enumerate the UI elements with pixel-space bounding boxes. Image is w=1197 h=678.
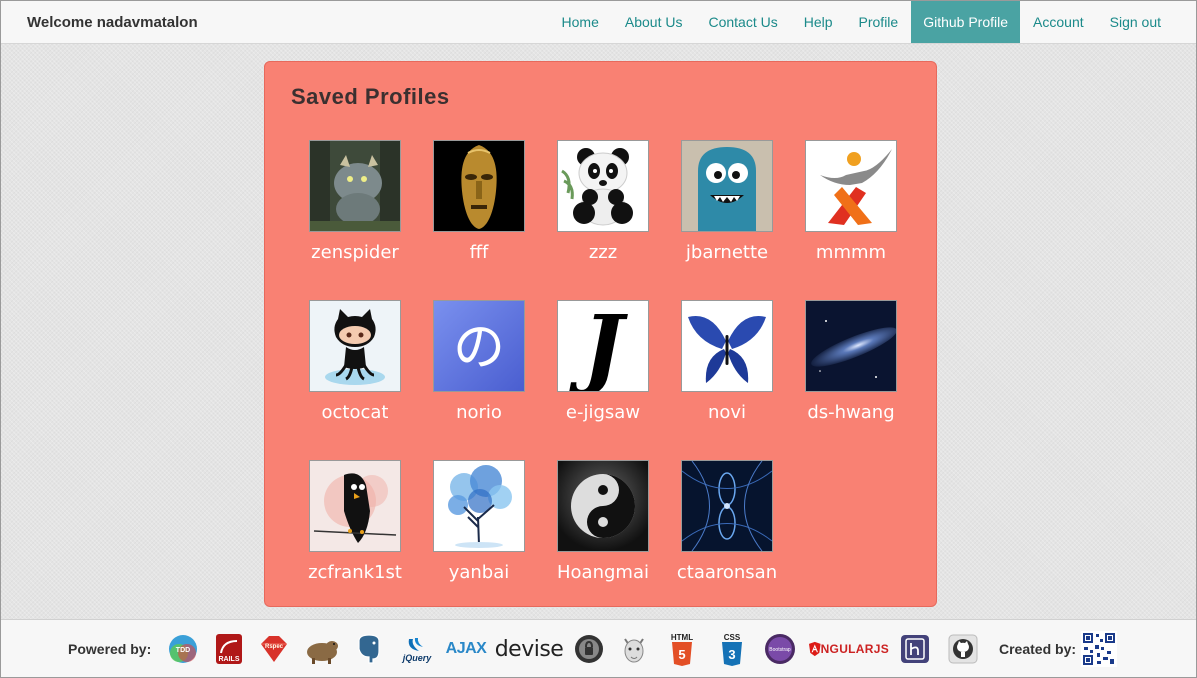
html-label: HTML — [670, 632, 694, 642]
profile-name[interactable]: Hoangmai — [557, 562, 649, 583]
profile-card[interactable]: J e-jigsaw — [541, 300, 665, 460]
blue-tree-avatar[interactable] — [433, 460, 525, 552]
profile-name[interactable]: zenspider — [311, 242, 399, 263]
created-by-label: Created by: — [999, 641, 1077, 657]
profile-name[interactable]: mmmm — [816, 242, 886, 263]
profile-card[interactable]: octocat — [293, 300, 417, 460]
heroku-icon[interactable] — [899, 632, 931, 666]
footer: Powered by: TDD RAILS Rspec jQuery AJAX … — [1, 619, 1196, 677]
rspec-label: Rspec — [265, 644, 284, 650]
profile-name[interactable]: zcfrank1st — [308, 562, 402, 583]
github-icon[interactable] — [947, 632, 979, 666]
nav-github-profile[interactable]: Github Profile — [911, 1, 1021, 43]
yin-yang-avatar[interactable] — [557, 460, 649, 552]
css-label: CSS — [723, 632, 741, 642]
profile-name[interactable]: norio — [456, 402, 502, 423]
profile-card[interactable]: の norio — [417, 300, 541, 460]
jquery-label: jQuery — [402, 653, 432, 663]
profile-card[interactable]: yanbai — [417, 460, 541, 620]
top-navbar: Welcome nadavmatalon Home About Us Conta… — [1, 1, 1196, 44]
nav-contact-us[interactable]: Contact Us — [695, 1, 790, 43]
letter-j-avatar[interactable]: J — [557, 300, 649, 392]
profile-name[interactable]: e-jigsaw — [566, 402, 640, 423]
rspec-icon[interactable]: Rspec — [257, 632, 291, 666]
profile-card[interactable]: mmmm — [789, 140, 913, 300]
profile-card[interactable]: novi — [665, 300, 789, 460]
css3-icon[interactable]: CSS 3 — [717, 632, 747, 666]
golden-mask-avatar[interactable] — [433, 140, 525, 232]
postgresql-icon[interactable] — [353, 632, 385, 666]
profile-name[interactable]: zzz — [589, 242, 617, 263]
nav-account[interactable]: Account — [1020, 1, 1097, 43]
profile-card[interactable]: zcfrank1st — [293, 460, 417, 620]
wild-thing-avatar[interactable] — [309, 140, 401, 232]
profile-card[interactable]: zzz — [541, 140, 665, 300]
svg-text:5: 5 — [678, 647, 685, 662]
nav-help[interactable]: Help — [791, 1, 846, 43]
ajax-icon[interactable]: AJAX — [444, 632, 488, 666]
profile-name[interactable]: octocat — [322, 402, 389, 423]
profile-name[interactable]: ds-hwang — [807, 402, 894, 423]
profile-card[interactable]: zenspider — [293, 140, 417, 300]
nav-links: Home About Us Contact Us Help Profile Gi… — [549, 1, 1174, 43]
jquery-icon[interactable]: jQuery — [399, 632, 435, 666]
angularjs-label: NGULARJS — [820, 642, 889, 656]
powered-by-label: Powered by: — [68, 641, 152, 657]
nav-sign-out[interactable]: Sign out — [1097, 1, 1174, 43]
rails-label: RAILS — [219, 656, 240, 663]
nav-profile[interactable]: Profile — [846, 1, 912, 43]
nav-home[interactable]: Home — [549, 1, 612, 43]
svg-text:の: の — [453, 318, 505, 378]
profile-card[interactable]: Hoangmai — [541, 460, 665, 620]
profile-card[interactable]: fff — [417, 140, 541, 300]
no-character-avatar[interactable]: の — [433, 300, 525, 392]
profile-name[interactable]: fff — [470, 242, 489, 263]
html5-icon[interactable]: HTML 5 — [667, 632, 697, 666]
panda-avatar[interactable] — [557, 140, 649, 232]
octocat-avatar[interactable] — [309, 300, 401, 392]
ajax-label: AJAX — [445, 640, 487, 657]
welcome-text: Welcome nadavmatalon — [27, 14, 198, 31]
bootstrap-label: Bootstrap — [769, 647, 791, 653]
tdd-label: TDD — [176, 647, 190, 654]
panel-title: Saved Profiles — [291, 84, 450, 109]
rails-icon[interactable]: RAILS — [215, 632, 243, 666]
profile-name[interactable]: yanbai — [449, 562, 510, 583]
black-bird-avatar[interactable] — [309, 460, 401, 552]
galaxy-avatar[interactable] — [805, 300, 897, 392]
profile-name[interactable]: novi — [708, 402, 746, 423]
butterfly-avatar[interactable] — [681, 300, 773, 392]
faker-icon[interactable] — [618, 632, 650, 666]
profile-name[interactable]: jbarnette — [686, 242, 768, 263]
devise-icon[interactable]: devise — [495, 632, 564, 666]
tdd-icon[interactable]: TDD — [167, 632, 199, 666]
nav-about-us[interactable]: About Us — [612, 1, 696, 43]
blue-monster-avatar[interactable] — [681, 140, 773, 232]
angularjs-icon[interactable]: NGULARJS — [809, 632, 889, 666]
profile-card[interactable]: ds-hwang — [789, 300, 913, 460]
profile-card[interactable]: jbarnette — [665, 140, 789, 300]
saved-profiles-panel: Saved Profiles zenspider fff zzz jbarnet… — [264, 61, 937, 607]
x-logo-avatar[interactable] — [805, 140, 897, 232]
profile-grid: zenspider fff zzz jbarnette mmmm octocat… — [293, 140, 913, 620]
profile-card[interactable]: ctaaronsan — [665, 460, 789, 620]
qr-code-icon[interactable] — [1081, 631, 1117, 667]
capybara-icon[interactable] — [304, 632, 340, 666]
profile-name[interactable]: ctaaronsan — [677, 562, 777, 583]
svg-text:3: 3 — [728, 647, 735, 662]
bootstrap-icon[interactable]: Bootstrap — [763, 632, 797, 666]
devise-label: devise — [494, 636, 564, 662]
poltergeist-icon[interactable] — [573, 632, 605, 666]
fractal-avatar[interactable] — [681, 460, 773, 552]
